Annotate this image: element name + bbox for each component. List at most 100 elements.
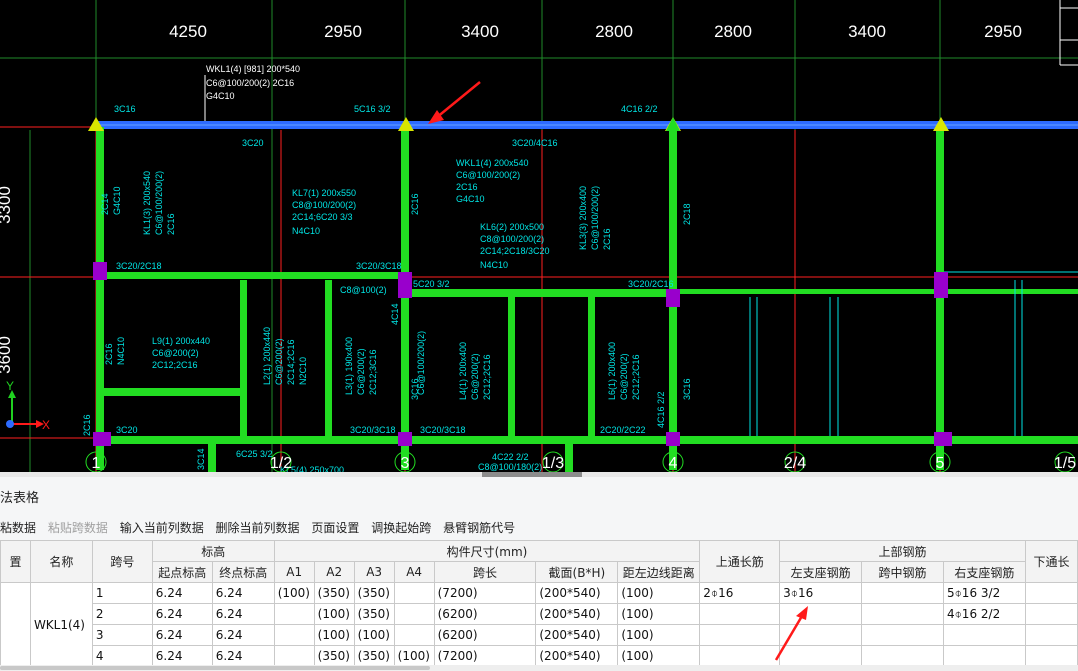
cell-a3[interactable]: (350) (353, 645, 395, 667)
toolbar-delete-column[interactable]: 删除当前列数据 (216, 513, 300, 536)
cell-len[interactable]: (6200) (433, 603, 537, 625)
table-row[interactable]: WKL1(4) 1 6.24 6.24 (100) (350) (350) (7200) (20… (0, 582, 1078, 667)
cell-a3[interactable]: (100) (353, 624, 395, 646)
cell-off[interactable]: (100) (617, 603, 701, 625)
beam-segment[interactable] (325, 280, 332, 440)
column[interactable] (398, 272, 412, 298)
cell-start[interactable]: 6.24 (151, 624, 213, 646)
cell-sec[interactable]: (200*540) (535, 582, 619, 604)
cell-a4[interactable] (393, 624, 435, 646)
cell-span-no[interactable]: 4 (91, 645, 153, 667)
cell-end[interactable]: 6.24 (211, 645, 275, 667)
beam-segment[interactable] (96, 127, 104, 470)
cell-left[interactable]: 3⌽16 (779, 582, 863, 604)
beam-segment[interactable] (669, 289, 1078, 294)
cell-end[interactable]: 6.24 (211, 603, 275, 625)
cell-left[interactable] (779, 603, 863, 625)
cell-a4[interactable] (393, 603, 435, 625)
cell-mid[interactable] (861, 645, 944, 667)
cell-top[interactable] (699, 645, 781, 667)
column[interactable] (93, 262, 107, 280)
cell-top[interactable] (699, 603, 781, 625)
cell-top[interactable]: 2⌽16 (699, 582, 781, 604)
cell-start[interactable]: 6.24 (151, 603, 213, 625)
column[interactable] (934, 272, 948, 298)
column[interactable] (93, 432, 111, 446)
beam-segment[interactable] (401, 127, 409, 470)
toolbar-input-column[interactable]: 输入当前列数据 (120, 513, 204, 536)
cell-a1[interactable]: (100) (273, 582, 315, 604)
beam-segment[interactable] (96, 272, 409, 279)
cell-bottom-through[interactable] (1024, 603, 1078, 625)
table-row[interactable]: 3 6.24 6.24 (100) (100) (6200) (200*540) (100) (1, 624, 1078, 646)
beam-annotation-vertical: N4C10 (116, 337, 126, 365)
cell-sec[interactable]: (200*540) (535, 603, 619, 625)
cell-a3[interactable]: (350) (353, 603, 395, 625)
cell-left[interactable] (779, 645, 863, 667)
cell-right[interactable]: 5⌽16 3/2 (942, 582, 1026, 604)
beam-annotation: 2C16 (456, 182, 478, 192)
cell-span-no[interactable]: 1 (91, 582, 153, 604)
cell-len[interactable]: (7200) (433, 645, 537, 667)
cell-span-no[interactable]: 2 (91, 603, 153, 625)
cell-a1[interactable] (273, 603, 315, 625)
cell-end[interactable]: 6.24 (211, 624, 275, 646)
cell-bottom-through[interactable] (1024, 645, 1078, 667)
beam-segment[interactable] (240, 280, 247, 440)
cell-span-no[interactable]: 3 (91, 624, 153, 646)
cell-start[interactable]: 6.24 (151, 645, 213, 667)
cell-right[interactable]: 4⌽16 2/2 (942, 603, 1026, 625)
cad-drawing-viewport[interactable]: 4250 2950 3400 2800 2800 3400 2950 3300 3600 WKL1… (0, 0, 1078, 472)
beam-segment[interactable] (565, 444, 573, 472)
cell-a4[interactable]: (100) (393, 645, 435, 667)
table-row[interactable]: 4 6.24 6.24 (350) (350) (100) (7200) (200*540)(… (1, 645, 1078, 667)
scrollbar-thumb[interactable] (0, 666, 430, 670)
cell-a2[interactable]: (350) (313, 645, 355, 667)
cell-sec[interactable]: (200*540) (535, 645, 619, 667)
beam-segment[interactable] (508, 289, 515, 439)
cell-a2[interactable]: (100) (313, 624, 355, 646)
cell-len[interactable]: (7200) (433, 582, 537, 604)
cell-off[interactable]: (100) (617, 624, 701, 646)
cell-a1[interactable] (273, 645, 315, 667)
beam-segment[interactable] (96, 388, 246, 396)
beam-segment[interactable] (588, 289, 595, 439)
column[interactable] (666, 432, 680, 446)
cell-off[interactable]: (100) (617, 645, 701, 667)
horizontal-scrollbar[interactable] (0, 665, 1078, 671)
column[interactable] (398, 432, 412, 446)
cell-a2[interactable]: (350) (313, 582, 355, 604)
cell-sec[interactable]: (200*540) (535, 624, 619, 646)
cell-a1[interactable] (273, 624, 315, 646)
cell-top[interactable] (699, 624, 781, 646)
toolbar-swap-start-span[interactable]: 调换起始跨 (371, 513, 431, 536)
cell-mid[interactable] (861, 603, 944, 625)
column[interactable] (934, 432, 952, 446)
cell-bottom-through[interactable] (1024, 624, 1078, 646)
toolbar-cantilever-code[interactable]: 悬臂钢筋代号 (443, 513, 515, 536)
floor-plan-canvas[interactable]: 4250 2950 3400 2800 2800 3400 2950 3300 3600 WKL1… (0, 0, 1078, 472)
cell-off[interactable]: (100) (617, 582, 701, 604)
cell-position[interactable] (0, 582, 31, 667)
cell-start[interactable]: 6.24 (151, 582, 213, 604)
beam-segment[interactable] (208, 444, 216, 472)
beam-segment[interactable] (936, 127, 944, 470)
toolbar-paste-data[interactable]: 粘数据 (0, 513, 36, 536)
cell-end[interactable]: 6.24 (211, 582, 275, 604)
cell-mid[interactable] (861, 624, 944, 646)
cell-len[interactable]: (6200) (433, 624, 537, 646)
cell-a3[interactable]: (350) (353, 582, 395, 604)
cell-a2[interactable]: (100) (313, 603, 355, 625)
cell-mid[interactable] (861, 582, 944, 604)
toolbar-paste-span-data[interactable]: 粘贴跨数据 (48, 513, 108, 536)
column[interactable] (666, 289, 680, 307)
toolbar-page-setup[interactable]: 页面设置 (311, 513, 359, 536)
table-row[interactable]: 2 6.24 6.24 (100) (350) (6200) (200*540) (100) 4… (1, 603, 1078, 625)
beam-segment[interactable] (405, 289, 675, 297)
cell-right[interactable] (942, 645, 1026, 667)
cell-right[interactable] (942, 624, 1026, 646)
cell-left[interactable] (779, 624, 863, 646)
cell-a4[interactable] (393, 582, 435, 604)
cell-bottom-through[interactable] (1024, 582, 1078, 604)
cell-member-name[interactable]: WKL1(4) (29, 582, 93, 667)
